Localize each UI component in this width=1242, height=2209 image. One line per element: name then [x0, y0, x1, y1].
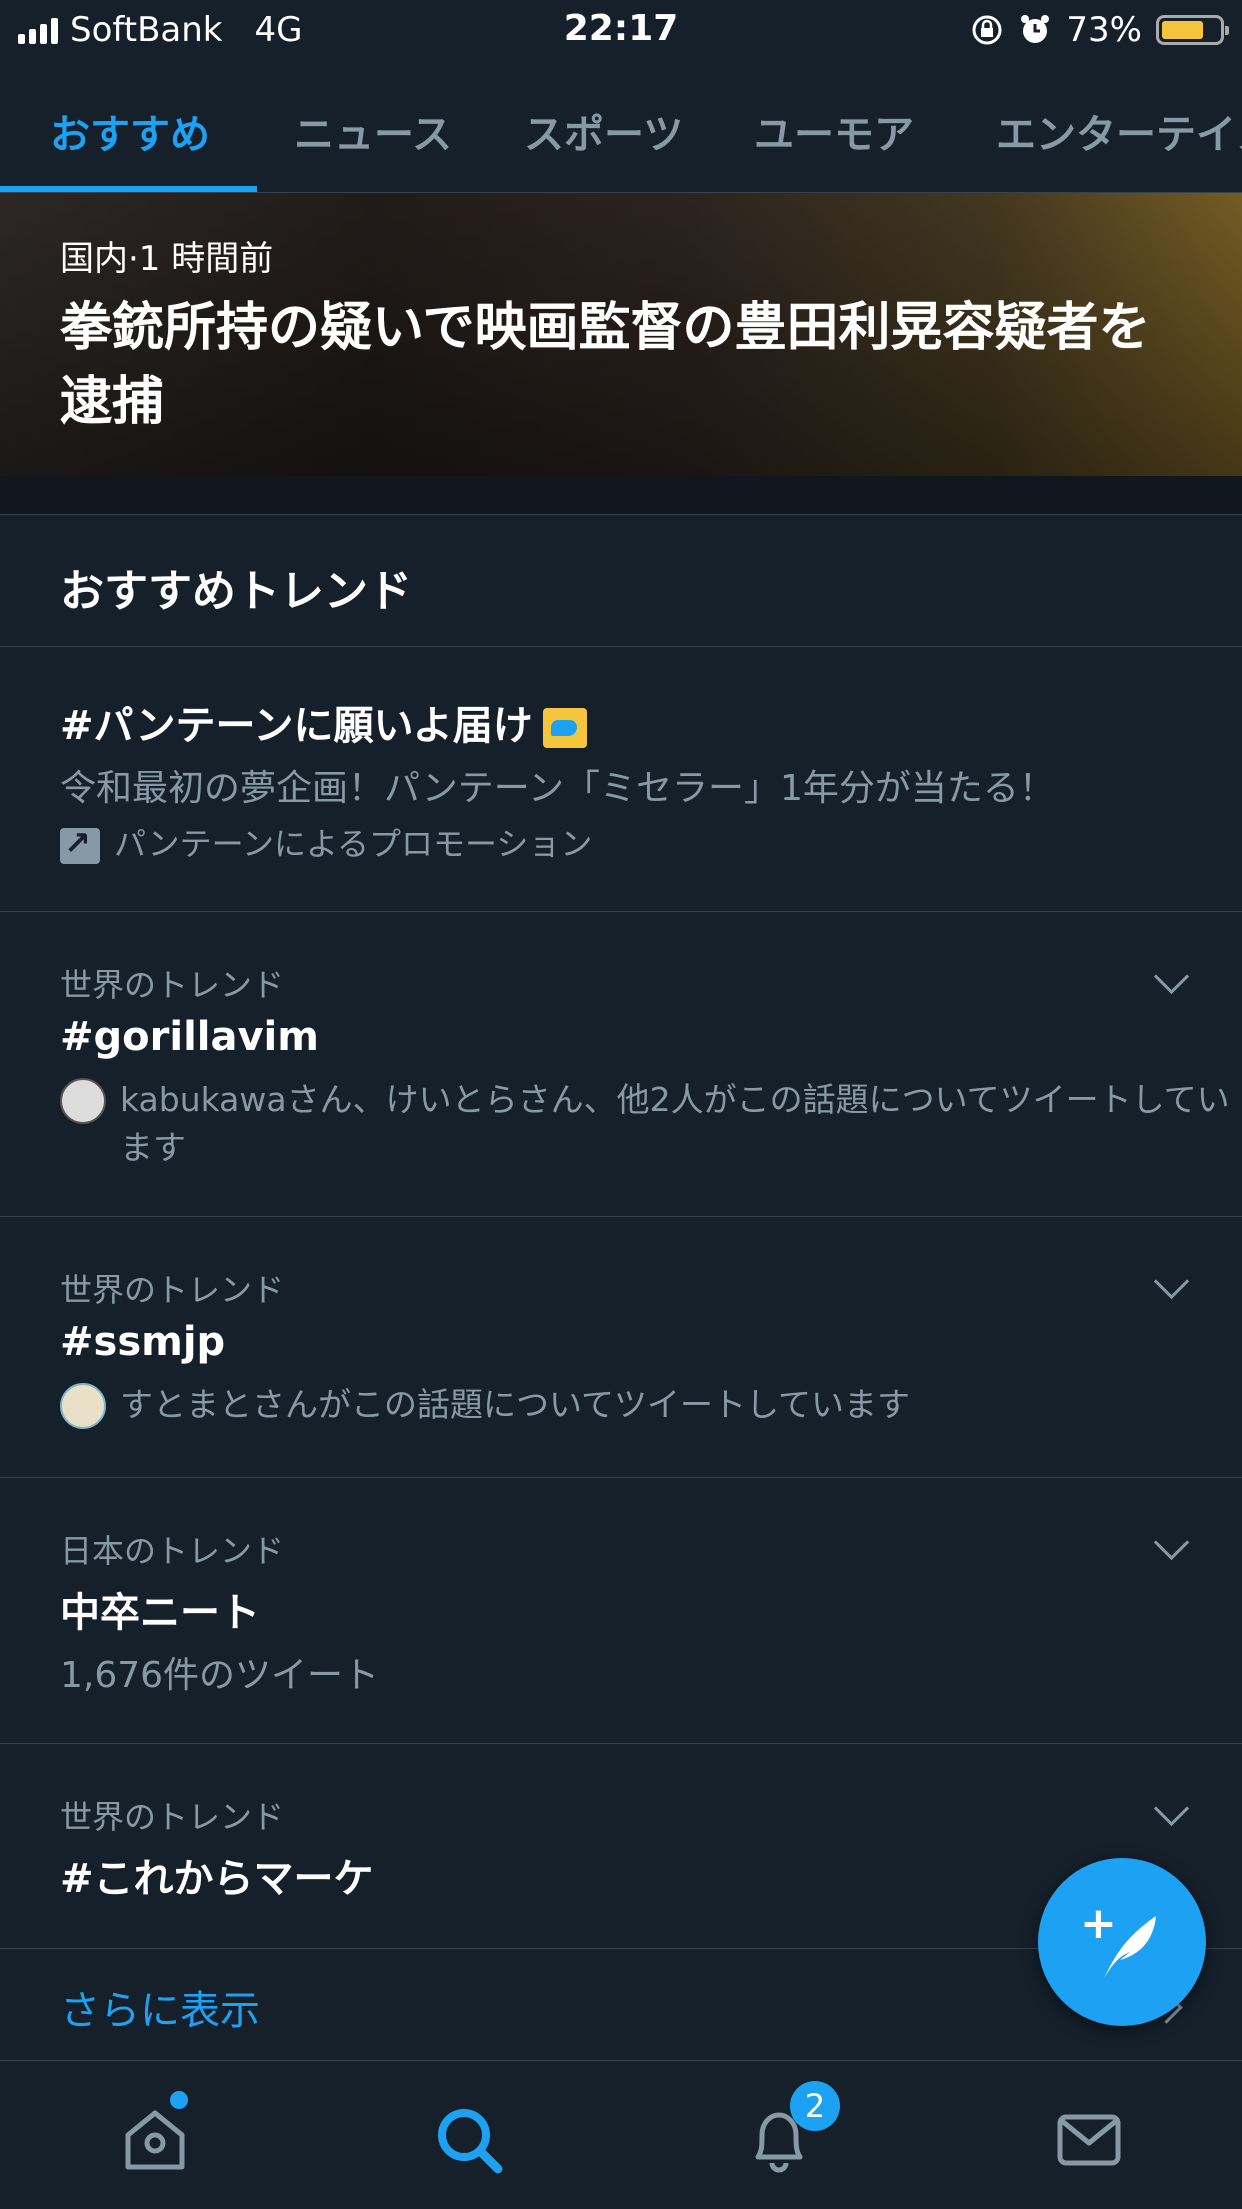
tab-entertainment[interactable]: エンターテイメ — [996, 102, 1242, 160]
tab-news[interactable]: ニュース — [294, 102, 452, 160]
trend-context: 日本のトレンド — [60, 1532, 285, 1570]
avatar — [60, 1383, 106, 1429]
alarm-icon — [1021, 15, 1050, 43]
chevron-down-icon[interactable] — [1153, 1263, 1190, 1300]
trend-tweeters: すとまとさんがこの話題についてツイートしています — [60, 1381, 1240, 1429]
tab-sports[interactable]: スポーツ — [524, 102, 683, 160]
trend-name: #パンテーンに願いよ届け — [60, 693, 587, 751]
promoted-trend-name: #パンテーンに願いよ届け — [60, 703, 533, 749]
section-separator — [0, 476, 1242, 515]
tab-recommended[interactable]: おすすめ — [50, 102, 210, 160]
trend-detail: 1,676件のツイート — [60, 1655, 380, 1696]
section-header: おすすめトレンド — [0, 515, 1242, 647]
active-tab-indicator — [0, 186, 257, 192]
status-bar: SoftBank 4G 22:17 73% — [0, 0, 1242, 64]
promo-flag-icon — [542, 708, 587, 748]
avatar — [60, 1078, 106, 1124]
promoted-description: 令和最初の夢企画！パンテーン「ミセラー」1年分が当たる！ — [60, 768, 1055, 809]
hero-news-card[interactable]: 国内·1 時間前 拳銃所持の疑いで映画監督の豊田利晃容疑者を逮捕 — [0, 193, 1242, 476]
hero-title: 拳銃所持の疑いで映画監督の豊田利晃容疑者を逮捕 — [60, 298, 1151, 432]
chevron-down-icon[interactable] — [1153, 958, 1190, 995]
battery-icon — [1156, 15, 1229, 45]
trend-context: 世界のトレンド — [60, 1798, 285, 1836]
trend-tweeters: kabukawaさん、けいとらさん、他2人がこの話題についてツイートしています — [60, 1076, 1240, 1172]
section-title: おすすめトレンド — [60, 566, 412, 617]
explore-tabs: おすすめ ニュース スポーツ ユーモア エンターテイメ — [0, 64, 1242, 193]
trend-item[interactable]: 日本のトレンド 中卒ニート 1,676件のツイート — [0, 1478, 1242, 1744]
battery-percent: 73% — [1066, 10, 1142, 50]
home-icon[interactable] — [120, 2105, 190, 2175]
status-right: 73% — [970, 10, 1229, 50]
chevron-down-icon[interactable] — [1153, 1524, 1190, 1561]
search-icon[interactable] — [434, 2105, 504, 2175]
trend-name: #ssmjp — [60, 1319, 226, 1365]
trend-context: 世界のトレンド — [60, 1271, 285, 1309]
trend-item[interactable]: 世界のトレンド #ssmjp すとまとさんがこの話題についてツイートしています — [0, 1217, 1242, 1478]
chevron-down-icon[interactable] — [1153, 1790, 1190, 1827]
trend-item[interactable]: 世界のトレンド #gorillavim kabukawaさん、けいとらさん、他2… — [0, 912, 1242, 1217]
trend-detail: すとまとさんがこの話題についてツイートしています — [120, 1385, 911, 1424]
compose-tweet-button[interactable]: + — [1038, 1858, 1206, 2026]
hero-meta: 国内·1 時間前 — [60, 239, 274, 279]
bottom-tab-bar: 2 — [0, 2060, 1242, 2209]
promoted-by-text: パンテーンによるプロモーション — [114, 825, 593, 863]
trend-context: 世界のトレンド — [60, 966, 285, 1004]
mail-icon[interactable] — [1054, 2105, 1124, 2175]
home-unread-dot — [170, 2091, 188, 2109]
notifications-badge: 2 — [790, 2081, 840, 2131]
battery-fill — [1162, 21, 1203, 39]
trend-name: #gorillavim — [60, 1014, 319, 1060]
trend-name: 中卒ニート — [60, 1590, 260, 1636]
trend-detail: kabukawaさん、けいとらさん、他2人がこの話題についてツイートしています — [120, 1080, 1230, 1167]
orientation-lock-icon — [972, 15, 1002, 45]
promoted-label: パンテーンによるプロモーション — [60, 819, 592, 865]
promoted-icon — [60, 824, 100, 864]
feather-icon — [1104, 1916, 1156, 1978]
tab-humor[interactable]: ユーモア — [754, 102, 914, 160]
promoted-trend[interactable]: #パンテーンに願いよ届け 令和最初の夢企画！パンテーン「ミセラー」1年分が当たる… — [0, 647, 1242, 912]
trend-name: #これからマーケ — [60, 1856, 374, 1902]
show-more-label: さらに表示 — [60, 1988, 260, 2034]
